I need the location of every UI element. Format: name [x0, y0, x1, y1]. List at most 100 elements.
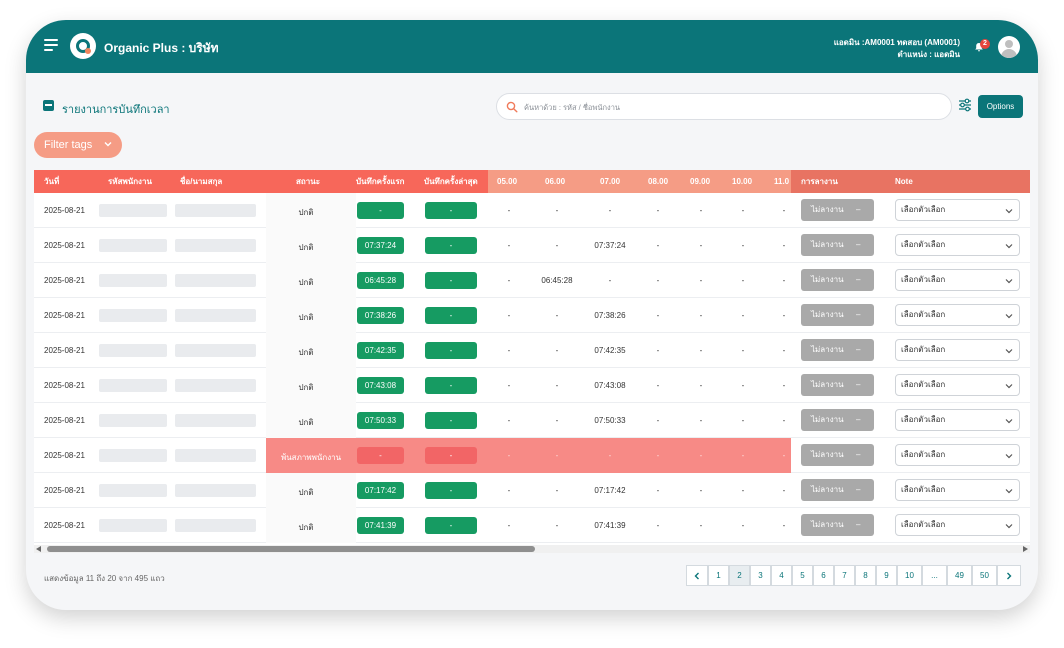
name-placeholder [175, 274, 256, 287]
last-record-pill: - [425, 482, 477, 499]
note-select[interactable]: เลือกตัวเลือก [895, 234, 1020, 256]
pagination-next-button[interactable] [997, 565, 1021, 586]
pagination-page-button[interactable]: 6 [813, 565, 834, 586]
note-select-value: เลือกตัวเลือก [901, 310, 946, 319]
scrollbar-thumb[interactable] [47, 546, 535, 552]
pagination-page-button[interactable]: 8 [855, 565, 876, 586]
pagination-page-button[interactable]: 2 [729, 565, 750, 586]
notification-badge: 2 [980, 39, 990, 49]
pagination-page-button[interactable]: 1 [708, 565, 729, 586]
leave-dash: – [856, 485, 861, 494]
date-cell: 2025-08-21 [44, 486, 85, 495]
pagination-page-button[interactable]: 5 [792, 565, 813, 586]
first-record-pill: 07:43:08 [357, 377, 404, 394]
column-header-11[interactable]: 11.0 [774, 170, 789, 193]
column-header-07[interactable]: 07.00 [600, 170, 620, 193]
last-record-pill: - [425, 202, 477, 219]
leave-status-button[interactable]: ไม่ลางาน – [801, 269, 874, 291]
note-select[interactable]: เลือกตัวเลือก [895, 269, 1020, 291]
avatar[interactable] [998, 36, 1020, 58]
column-header-09[interactable]: 09.00 [690, 170, 710, 193]
search-input[interactable]: ค้นหาด้วย : รหัส / ชื่อพนักงาน [496, 93, 952, 120]
hour-cell-06: - [555, 486, 559, 495]
sliders-icon[interactable] [958, 98, 972, 112]
page-title: รายงานการบันทึกเวลา [62, 104, 170, 116]
leave-dash: – [856, 380, 861, 389]
pagination-page-button[interactable]: 9 [876, 565, 897, 586]
leave-status-label: ไม่ลางาน [811, 205, 844, 214]
note-select[interactable]: เลือกตัวเลือก [895, 444, 1020, 466]
note-select[interactable]: เลือกตัวเลือก [895, 409, 1020, 431]
column-header-name[interactable]: ชื่อ/นามสกุล [180, 170, 222, 193]
leave-status-label: ไม่ลางาน [811, 485, 844, 494]
options-button[interactable]: Options [978, 95, 1023, 118]
note-select[interactable]: เลือกตัวเลือก [895, 479, 1020, 501]
first-record-pill: - [357, 202, 404, 219]
note-select[interactable]: เลือกตัวเลือก [895, 199, 1020, 221]
leave-status-label: ไม่ลางาน [811, 450, 844, 459]
note-select[interactable]: เลือกตัวเลือก [895, 339, 1020, 361]
menu-icon[interactable] [44, 39, 58, 51]
pagination-page-button[interactable]: 50 [972, 565, 997, 586]
pagination-page-button[interactable]: 4 [771, 565, 792, 586]
leave-status-label: ไม่ลางาน [811, 520, 844, 529]
pagination-page-button[interactable]: 10 [897, 565, 922, 586]
note-select-value: เลือกตัวเลือก [901, 240, 946, 249]
note-select-value: เลือกตัวเลือก [901, 415, 946, 424]
last-record-pill: - [425, 517, 477, 534]
date-cell: 2025-08-21 [44, 241, 85, 250]
last-record-pill: - [425, 447, 477, 464]
leave-status-button[interactable]: ไม่ลางาน – [801, 234, 874, 256]
table-row: 2025-08-21 ปกติ 07:38:26- - -07:38:26- - - - ไม่… [34, 298, 1030, 333]
leave-status-button[interactable]: ไม่ลางาน – [801, 304, 874, 326]
leave-status-button[interactable]: ไม่ลางาน – [801, 409, 874, 431]
leave-dash: – [856, 450, 861, 459]
table-row: 2025-08-21 ปกติ 07:41:39- - -07:41:39- - - - ไม่… [34, 508, 1030, 543]
column-header-06[interactable]: 06.00 [545, 170, 565, 193]
note-select[interactable]: เลือกตัวเลือก [895, 304, 1020, 326]
hour-cell-06: - [555, 311, 559, 320]
column-header-emp-code[interactable]: รหัสพนักงาน [108, 170, 152, 193]
leave-status-button[interactable]: ไม่ลางาน – [801, 444, 874, 466]
note-select[interactable]: เลือกตัวเลือก [895, 374, 1020, 396]
last-record-pill: - [425, 237, 477, 254]
pagination-prev-button[interactable] [686, 565, 708, 586]
leave-dash: – [856, 310, 861, 319]
scroll-right-arrow-icon[interactable] [1023, 546, 1028, 552]
column-header-first-record[interactable]: บันทึกครั้งแรก [356, 170, 405, 193]
name-placeholder [175, 519, 256, 532]
status-cell: ปกติ [298, 348, 314, 357]
column-header-leave[interactable]: การลางาน [801, 170, 838, 193]
leave-status-button[interactable]: ไม่ลางาน – [801, 199, 874, 221]
column-header-10[interactable]: 10.00 [732, 170, 752, 193]
column-header-08[interactable]: 08.00 [648, 170, 668, 193]
column-header-status[interactable]: สถานะ [296, 170, 320, 193]
note-select[interactable]: เลือกตัวเลือก [895, 514, 1020, 536]
leave-status-button[interactable]: ไม่ลางาน – [801, 514, 874, 536]
name-placeholder [175, 344, 256, 357]
column-header-05[interactable]: 05.00 [497, 170, 517, 193]
leave-status-label: ไม่ลางาน [811, 380, 844, 389]
scroll-left-arrow-icon[interactable] [36, 546, 41, 552]
pagination-page-button[interactable]: 7 [834, 565, 855, 586]
last-record-pill: - [425, 342, 477, 359]
filter-tags-button[interactable]: Filter tags [34, 132, 122, 158]
pagination-page-button[interactable]: 49 [947, 565, 972, 586]
leave-status-button[interactable]: ไม่ลางาน – [801, 374, 874, 396]
hour-cell-06: - [555, 521, 559, 530]
horizontal-scrollbar[interactable] [34, 545, 1030, 553]
first-record-pill: 06:45:28 [357, 272, 404, 289]
pagination-page-button[interactable]: 3 [750, 565, 771, 586]
leave-status-button[interactable]: ไม่ลางาน – [801, 339, 874, 361]
date-cell: 2025-08-21 [44, 416, 85, 425]
date-cell: 2025-08-21 [44, 276, 85, 285]
column-header-date[interactable]: วันที่ [44, 170, 59, 193]
emp-code-placeholder [99, 379, 167, 392]
status-cell: พ้นสภาพพนักงาน [280, 453, 342, 462]
column-header-last-record[interactable]: บันทึกครั้งล่าสุด [424, 170, 478, 193]
pagination-page-button[interactable]: ... [922, 565, 947, 586]
leave-status-button[interactable]: ไม่ลางาน – [801, 479, 874, 501]
emp-code-placeholder [99, 239, 167, 252]
date-cell: 2025-08-21 [44, 521, 85, 530]
column-header-note[interactable]: Note [895, 170, 913, 193]
